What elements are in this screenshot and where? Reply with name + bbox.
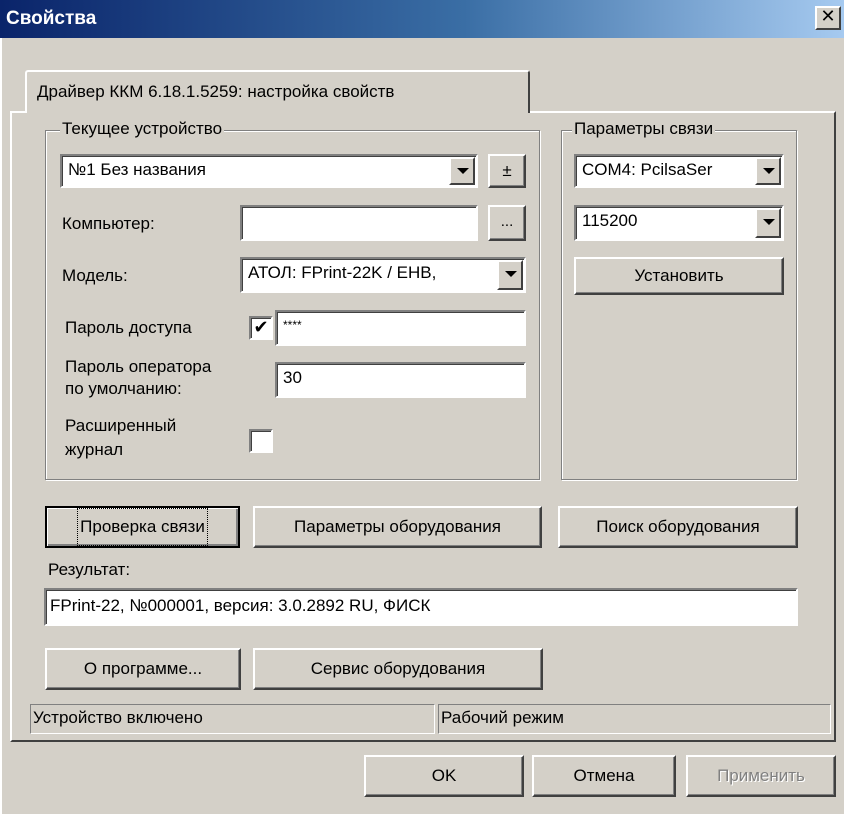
current-device-group-label: Текущее устройство: [60, 119, 225, 139]
title-bar: Свойства ✕: [0, 0, 844, 38]
ok-button[interactable]: OK: [364, 755, 524, 797]
ok-button-label: OK: [431, 766, 457, 785]
tab-panel: [10, 111, 836, 742]
connection-group-label: Параметры связи: [572, 119, 716, 139]
cancel-button-label: Отмена: [573, 766, 635, 785]
cancel-button[interactable]: Отмена: [532, 755, 676, 797]
window-title: Свойства: [6, 8, 97, 29]
close-button[interactable]: ✕: [815, 6, 841, 30]
apply-button[interactable]: Применить: [686, 755, 836, 797]
apply-button-label: Применить: [717, 766, 805, 785]
close-icon: ✕: [820, 6, 836, 27]
tab-label: Драйвер ККМ 6.18.1.5259: настройка свойс…: [37, 82, 395, 101]
tab-driver-settings[interactable]: Драйвер ККМ 6.18.1.5259: настройка свойс…: [25, 70, 530, 113]
window-edge: [0, 38, 2, 814]
